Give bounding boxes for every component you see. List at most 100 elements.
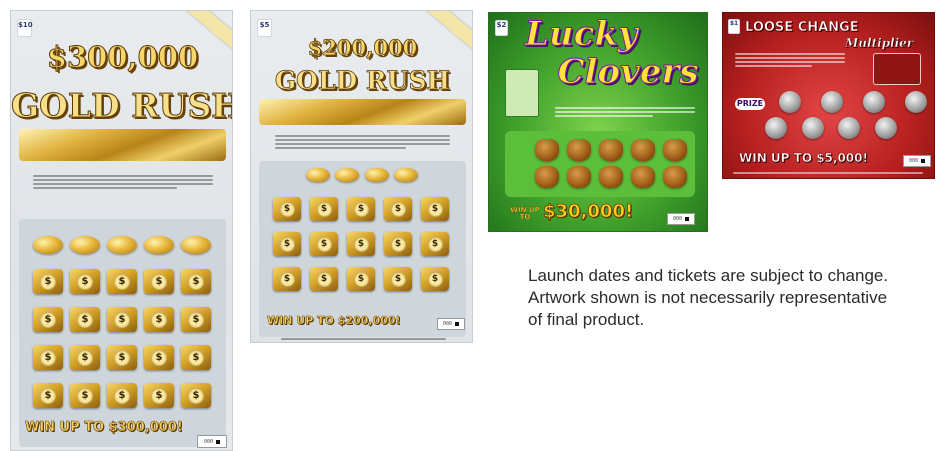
scratch-spot[interactable]: $ [310,197,338,221]
prize-banner: WIN UP TO $200,000! [267,314,401,327]
game-instructions [735,53,845,67]
barcode: 000 [437,318,465,330]
pot-of-gold[interactable] [631,166,655,188]
pot-of-gold[interactable] [663,166,687,188]
game-title-amount: $300,000 [46,40,199,74]
ticket-lucky-clovers[interactable]: $2 Lucky Clovers WIN UP TO $30,000! 000 [488,12,708,232]
scratch-spot[interactable]: $ [347,232,375,256]
scratch-spot[interactable]: $ [384,232,412,256]
your-numbers-grid: $ $ $ $ $ $ $ $ $ $ $ $ $ $ $ $ $ $ $ $ [33,269,211,408]
coin-spot[interactable] [779,91,801,113]
scratch-spot[interactable]: $ [181,383,211,408]
coin-spot[interactable] [821,91,843,113]
coin-spot[interactable] [801,117,824,139]
disclaimer-text: Launch dates and tickets are subject to … [528,265,928,331]
winning-numbers-row [306,168,418,182]
disclaimer-line-2: Artwork shown is not necessarily represe… [528,288,888,307]
pot-of-gold[interactable] [535,166,559,188]
scratch-spot[interactable]: $ [33,345,63,370]
winning-coin [364,168,389,182]
scratch-spot[interactable]: $ [107,307,137,332]
prize-prefix: WIN UP TO [510,206,540,221]
coins-row-bottom [765,117,897,139]
ticket-300000-gold-rush[interactable]: $10 $300,000 GOLD RUSH $ $ $ $ $ $ $ $ $… [10,10,233,451]
scratch-spot[interactable]: $ [33,383,63,408]
pot-of-gold[interactable] [599,166,623,188]
game-title-lucky: Lucky [525,14,639,54]
scratch-spot[interactable]: $ [70,307,100,332]
winning-numbers-row [33,236,211,254]
scratch-spot[interactable]: $ [144,345,174,370]
pots-grid [535,139,687,188]
scratch-spot[interactable]: $ [384,197,412,221]
coin-spot[interactable] [838,117,861,139]
coin-spot[interactable] [874,117,897,139]
scratch-spot[interactable]: $ [273,232,301,256]
game-title-clovers: Clovers [557,52,699,92]
scratch-spot[interactable]: $ [421,232,449,256]
game-title-name: GOLD RUSH [11,86,233,125]
coin-spot[interactable] [765,117,787,139]
scratch-spot[interactable]: $ [70,269,100,294]
scratch-spot[interactable]: $ [347,197,375,221]
gold-bars-image [259,99,466,125]
scratch-spot[interactable]: $ [181,307,211,332]
game-title-name: GOLD RUSH [274,66,451,95]
scratch-spot[interactable]: $ [107,383,137,408]
scratch-spot[interactable]: $ [347,267,375,291]
scratch-spot[interactable]: $ [310,267,338,291]
scratch-spot[interactable]: $ [144,383,174,408]
scratch-spot[interactable]: $ [144,307,174,332]
prize-banner: WIN UP TO $300,000! [25,420,183,435]
multiplier-box [873,53,921,85]
pot-of-gold[interactable] [599,139,623,161]
prize-label: PRIZE [735,98,765,110]
ticket-loose-change-multiplier[interactable]: $1 LOOSE CHANGE Multiplier PRIZE WIN UP … [722,12,935,179]
game-title-loose-change: LOOSE CHANGE [745,20,859,35]
game-title-multiplier: Multiplier [845,36,914,50]
scratch-spot[interactable]: $ [384,267,412,291]
scratch-spot[interactable]: $ [70,383,100,408]
coin-spot[interactable] [863,91,885,113]
scratch-spot[interactable]: $ [421,197,449,221]
game-instructions [555,107,695,117]
scratch-spot[interactable]: $ [107,345,137,370]
scratch-spot[interactable]: $ [181,345,211,370]
barcode: 000 [197,435,227,448]
coins-row-top [779,91,927,113]
scratch-spot[interactable]: $ [181,269,211,294]
barcode: 000 [903,155,931,167]
scratch-spot[interactable]: $ [273,267,301,291]
ticket-200000-gold-rush[interactable]: $5 $200,000 GOLD RUSH $ $ $ $ $ $ $ $ $ … [250,10,473,343]
fine-print [281,338,446,340]
scratch-spot[interactable]: $ [273,197,301,221]
scratch-spot[interactable]: $ [310,232,338,256]
price-badge: $10 [17,19,33,37]
pot-of-gold[interactable] [663,139,687,161]
scratch-spot[interactable]: $ [70,345,100,370]
pot-of-gold[interactable] [567,166,591,188]
winning-coin [335,168,360,182]
pot-of-gold[interactable] [631,139,655,161]
game-instructions [275,135,450,149]
pot-of-gold[interactable] [535,139,559,161]
winning-coin [181,236,211,254]
game-instructions [33,175,213,189]
your-numbers-grid: $ $ $ $ $ $ $ $ $ $ $ $ $ $ $ [273,197,451,291]
winning-coin [393,168,418,182]
price-badge: $2 [495,20,508,36]
disclaimer-line-1: Launch dates and tickets are subject to … [528,266,889,285]
scratch-spot[interactable]: $ [144,269,174,294]
scratch-spot[interactable]: $ [107,269,137,294]
price-badge: $5 [257,19,272,37]
winning-coin [144,236,174,254]
fine-print [733,172,923,174]
scratch-spot[interactable]: $ [33,269,63,294]
scratch-spot[interactable]: $ [33,307,63,332]
scratch-spot[interactable]: $ [421,267,449,291]
winning-coin [70,236,100,254]
prize-amount: $30,000! [543,201,634,222]
coin-spot[interactable] [905,91,927,113]
pot-of-gold[interactable] [567,139,591,161]
prize-banner: WIN UP TO $5,000! [739,151,868,165]
